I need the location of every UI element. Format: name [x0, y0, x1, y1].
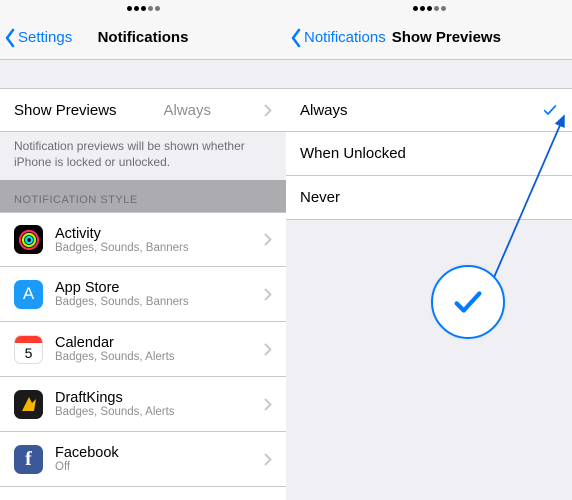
- option-label: Always: [300, 102, 348, 119]
- app-row[interactable]: A App StoreBadges, Sounds, Banners: [0, 267, 286, 322]
- app-sub: Badges, Sounds, Alerts: [55, 351, 175, 363]
- chevron-right-icon: [264, 104, 272, 117]
- app-name: Activity: [55, 226, 189, 242]
- app-icon: [14, 390, 43, 419]
- settings-notifications-pane: Settings Notifications Show Previews Alw…: [0, 0, 286, 500]
- app-row[interactable]: FaceTimeBadges, Sounds, Alerts: [0, 487, 286, 500]
- app-row[interactable]: DraftKingsBadges, Sounds, Alerts: [0, 377, 286, 432]
- app-icon: f: [14, 445, 43, 474]
- app-name: Facebook: [55, 445, 119, 461]
- app-sub: Badges, Sounds, Banners: [55, 242, 189, 254]
- back-label: Notifications: [304, 29, 386, 46]
- chevron-right-icon: [264, 453, 272, 466]
- chevron-right-icon: [264, 398, 272, 411]
- chevron-right-icon: [264, 233, 272, 246]
- show-previews-row[interactable]: Show Previews Always: [0, 88, 286, 132]
- back-button[interactable]: Settings: [0, 28, 72, 48]
- option-label: Never: [300, 189, 340, 206]
- section-header-notification-style: NOTIFICATION STYLE: [0, 180, 286, 212]
- app-icon: [14, 225, 43, 254]
- show-previews-pane: Notifications Show Previews Always When U…: [286, 0, 572, 500]
- app-name: DraftKings: [55, 390, 175, 406]
- app-row[interactable]: 5 CalendarBadges, Sounds, Alerts: [0, 322, 286, 377]
- app-icon: A: [14, 280, 43, 309]
- app-name: Calendar: [55, 335, 175, 351]
- page-title: Show Previews: [392, 29, 501, 46]
- chevron-left-icon: [290, 28, 302, 48]
- status-bar: [286, 0, 572, 16]
- option-row[interactable]: When Unlocked: [286, 132, 572, 176]
- chevron-right-icon: [264, 343, 272, 356]
- chevron-right-icon: [264, 288, 272, 301]
- app-row[interactable]: f FacebookOff: [0, 432, 286, 487]
- page-title: Notifications: [98, 29, 189, 46]
- check-icon: [542, 102, 558, 118]
- check-icon: [451, 285, 485, 319]
- app-list: ActivityBadges, Sounds, BannersAApp Stor…: [0, 212, 286, 500]
- app-icon: 5: [14, 335, 43, 364]
- app-sub: Badges, Sounds, Banners: [55, 296, 189, 308]
- navbar: Notifications Show Previews: [286, 16, 572, 60]
- back-label: Settings: [18, 29, 72, 46]
- app-row[interactable]: ActivityBadges, Sounds, Banners: [0, 212, 286, 267]
- back-button[interactable]: Notifications: [286, 28, 386, 48]
- show-previews-label: Show Previews: [14, 102, 117, 119]
- show-previews-value: Always: [164, 102, 212, 119]
- app-sub: Badges, Sounds, Alerts: [55, 406, 175, 418]
- show-previews-hint: Notification previews will be shown whet…: [0, 132, 286, 180]
- option-list: Always When Unlocked Never: [286, 88, 572, 220]
- app-name: App Store: [55, 280, 189, 296]
- navbar: Settings Notifications: [0, 16, 286, 60]
- option-label: When Unlocked: [300, 145, 406, 162]
- option-row[interactable]: Always: [286, 88, 572, 132]
- option-row[interactable]: Never: [286, 176, 572, 220]
- chevron-left-icon: [4, 28, 16, 48]
- app-sub: Off: [55, 461, 119, 473]
- magnified-check-callout: [431, 265, 505, 339]
- status-bar: [0, 0, 286, 16]
